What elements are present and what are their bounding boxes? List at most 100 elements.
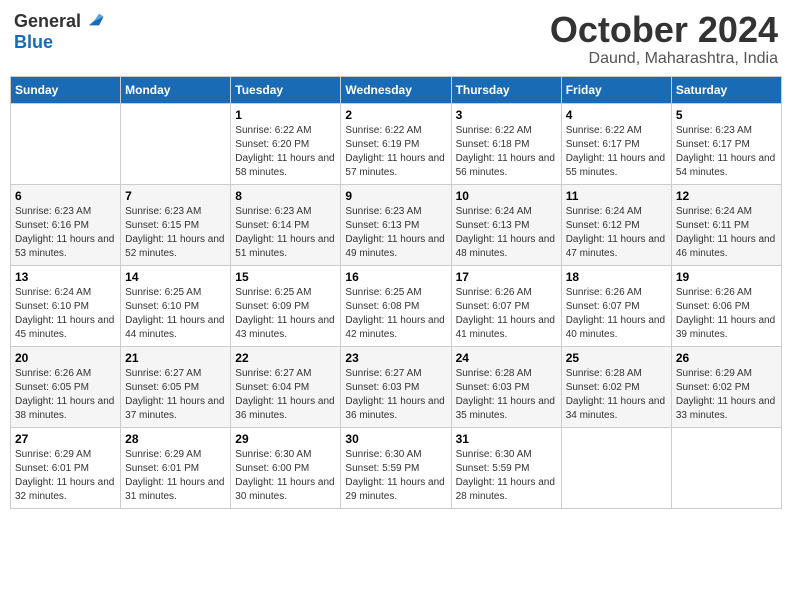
calendar-cell: 16 Sunrise: 6:25 AMSunset: 6:08 PMDayligh… [341, 265, 451, 346]
day-info: Sunrise: 6:23 AMSunset: 6:16 PMDaylight:… [15, 205, 116, 261]
day-info: Sunrise: 6:26 AMSunset: 6:05 PMDaylight:… [15, 367, 116, 423]
location-title: Daund, Maharashtra, India [550, 50, 778, 68]
day-info: Sunrise: 6:23 AMSunset: 6:15 PMDaylight:… [125, 205, 226, 261]
day-info: Sunrise: 6:23 AMSunset: 6:17 PMDaylight:… [676, 124, 777, 180]
title-section: October 2024 Daund, Maharashtra, India [550, 10, 778, 68]
day-info: Sunrise: 6:24 AMSunset: 6:13 PMDaylight:… [456, 205, 557, 261]
day-number: 8 [235, 189, 336, 203]
day-number: 31 [456, 432, 557, 446]
calendar-cell: 18Sunrise: 6:26 AMSunset: 6:07 PMDayligh… [561, 265, 671, 346]
day-number: 12 [676, 189, 777, 203]
day-info: Sunrise: 6:27 AMSunset: 6:05 PMDaylight:… [125, 367, 226, 423]
day-info: Sunrise: 6:25 AMSunset: 6:10 PMDaylight:… [125, 286, 226, 342]
logo-icon [83, 10, 105, 32]
day-info: Sunrise: 6:25 AMSunset: 6:08 PMDaylight:… [345, 286, 446, 342]
day-number: 9 [345, 189, 446, 203]
day-number: 22 [235, 351, 336, 365]
calendar-cell: 23Sunrise: 6:27 AMSunset: 6:03 PMDayligh… [341, 346, 451, 427]
calendar-cell: 10 Sunrise: 6:24 AMSunset: 6:13 PMDayligh… [451, 184, 561, 265]
day-number: 6 [15, 189, 116, 203]
day-info: Sunrise: 6:22 AMSunset: 6:17 PMDaylight:… [566, 124, 667, 180]
day-number: 16 [345, 270, 446, 284]
day-number: 18 [566, 270, 667, 284]
weekday-header-friday: Friday [561, 76, 671, 103]
calendar-cell [121, 103, 231, 184]
calendar-cell: 14Sunrise: 6:25 AMSunset: 6:10 PMDayligh… [121, 265, 231, 346]
day-info: Sunrise: 6:26 AMSunset: 6:06 PMDaylight:… [676, 286, 777, 342]
day-info: Sunrise: 6:30 AMSunset: 5:59 PMDaylight:… [456, 448, 557, 504]
calendar-cell: 30 Sunrise: 6:30 AMSunset: 5:59 PMDayligh… [341, 427, 451, 508]
week-row-4: 20 Sunrise: 6:26 AMSunset: 6:05 PMDayligh… [11, 346, 782, 427]
day-info: Sunrise: 6:28 AMSunset: 6:02 PMDaylight:… [566, 367, 667, 423]
day-info: Sunrise: 6:29 AMSunset: 6:01 PMDaylight:… [125, 448, 226, 504]
calendar-cell: 2 Sunrise: 6:22 AMSunset: 6:19 PMDaylight… [341, 103, 451, 184]
calendar-cell: 25 Sunrise: 6:28 AMSunset: 6:02 PMDayligh… [561, 346, 671, 427]
day-info: Sunrise: 6:25 AMSunset: 6:09 PMDaylight:… [235, 286, 336, 342]
calendar-cell: 8 Sunrise: 6:23 AMSunset: 6:14 PMDaylight… [231, 184, 341, 265]
day-info: Sunrise: 6:24 AMSunset: 6:10 PMDaylight:… [15, 286, 116, 342]
day-info: Sunrise: 6:24 AMSunset: 6:12 PMDaylight:… [566, 205, 667, 261]
calendar-cell: 21 Sunrise: 6:27 AMSunset: 6:05 PMDayligh… [121, 346, 231, 427]
day-info: Sunrise: 6:30 AMSunset: 6:00 PMDaylight:… [235, 448, 336, 504]
day-info: Sunrise: 6:23 AMSunset: 6:14 PMDaylight:… [235, 205, 336, 261]
calendar-cell: 26 Sunrise: 6:29 AMSunset: 6:02 PMDayligh… [671, 346, 781, 427]
day-number: 2 [345, 108, 446, 122]
day-info: Sunrise: 6:28 AMSunset: 6:03 PMDaylight:… [456, 367, 557, 423]
calendar-cell: 13 Sunrise: 6:24 AMSunset: 6:10 PMDayligh… [11, 265, 121, 346]
day-info: Sunrise: 6:30 AMSunset: 5:59 PMDaylight:… [345, 448, 446, 504]
day-number: 13 [15, 270, 116, 284]
day-number: 24 [456, 351, 557, 365]
day-number: 4 [566, 108, 667, 122]
day-number: 20 [15, 351, 116, 365]
weekday-header-thursday: Thursday [451, 76, 561, 103]
day-number: 30 [345, 432, 446, 446]
day-info: Sunrise: 6:24 AMSunset: 6:11 PMDaylight:… [676, 205, 777, 261]
day-info: Sunrise: 6:22 AMSunset: 6:18 PMDaylight:… [456, 124, 557, 180]
calendar-cell: 28 Sunrise: 6:29 AMSunset: 6:01 PMDayligh… [121, 427, 231, 508]
logo-blue-text: Blue [14, 32, 53, 52]
day-info: Sunrise: 6:29 AMSunset: 6:01 PMDaylight:… [15, 448, 116, 504]
calendar-cell: 22 Sunrise: 6:27 AMSunset: 6:04 PMDayligh… [231, 346, 341, 427]
calendar-cell: 24 Sunrise: 6:28 AMSunset: 6:03 PMDayligh… [451, 346, 561, 427]
day-number: 28 [125, 432, 226, 446]
day-number: 15 [235, 270, 336, 284]
week-row-2: 6 Sunrise: 6:23 AMSunset: 6:16 PMDaylight… [11, 184, 782, 265]
calendar-cell: 12 Sunrise: 6:24 AMSunset: 6:11 PMDayligh… [671, 184, 781, 265]
weekday-header-sunday: Sunday [11, 76, 121, 103]
day-info: Sunrise: 6:22 AMSunset: 6:19 PMDaylight:… [345, 124, 446, 180]
calendar-cell: 20 Sunrise: 6:26 AMSunset: 6:05 PMDayligh… [11, 346, 121, 427]
calendar-cell: 17Sunrise: 6:26 AMSunset: 6:07 PMDayligh… [451, 265, 561, 346]
day-number: 5 [676, 108, 777, 122]
calendar-cell: 9 Sunrise: 6:23 AMSunset: 6:13 PMDaylight… [341, 184, 451, 265]
day-info: Sunrise: 6:29 AMSunset: 6:02 PMDaylight:… [676, 367, 777, 423]
calendar-cell: 4 Sunrise: 6:22 AMSunset: 6:17 PMDaylight… [561, 103, 671, 184]
weekday-header-tuesday: Tuesday [231, 76, 341, 103]
weekday-header-wednesday: Wednesday [341, 76, 451, 103]
calendar-cell [671, 427, 781, 508]
day-number: 1 [235, 108, 336, 122]
week-row-1: 1 Sunrise: 6:22 AMSunset: 6:20 PMDaylight… [11, 103, 782, 184]
calendar-cell: 31 Sunrise: 6:30 AMSunset: 5:59 PMDayligh… [451, 427, 561, 508]
day-number: 10 [456, 189, 557, 203]
weekday-header-row: SundayMondayTuesdayWednesdayThursdayFrid… [11, 76, 782, 103]
day-info: Sunrise: 6:27 AMSunset: 6:04 PMDaylight:… [235, 367, 336, 423]
day-number: 21 [125, 351, 226, 365]
calendar-cell: 7 Sunrise: 6:23 AMSunset: 6:15 PMDaylight… [121, 184, 231, 265]
day-number: 7 [125, 189, 226, 203]
month-year-title: October 2024 [550, 10, 778, 50]
calendar-cell: 15 Sunrise: 6:25 AMSunset: 6:09 PMDayligh… [231, 265, 341, 346]
day-number: 26 [676, 351, 777, 365]
logo-general-text: General [14, 11, 81, 32]
day-info: Sunrise: 6:27 AMSunset: 6:03 PMDaylight:… [345, 367, 446, 423]
week-row-3: 13 Sunrise: 6:24 AMSunset: 6:10 PMDayligh… [11, 265, 782, 346]
week-row-5: 27 Sunrise: 6:29 AMSunset: 6:01 PMDayligh… [11, 427, 782, 508]
day-number: 3 [456, 108, 557, 122]
day-info: Sunrise: 6:22 AMSunset: 6:20 PMDaylight:… [235, 124, 336, 180]
calendar-cell: 19Sunrise: 6:26 AMSunset: 6:06 PMDayligh… [671, 265, 781, 346]
calendar-cell: 11Sunrise: 6:24 AMSunset: 6:12 PMDayligh… [561, 184, 671, 265]
day-number: 27 [15, 432, 116, 446]
calendar: SundayMondayTuesdayWednesdayThursdayFrid… [10, 76, 782, 509]
calendar-cell: 6 Sunrise: 6:23 AMSunset: 6:16 PMDaylight… [11, 184, 121, 265]
day-info: Sunrise: 6:23 AMSunset: 6:13 PMDaylight:… [345, 205, 446, 261]
day-number: 25 [566, 351, 667, 365]
